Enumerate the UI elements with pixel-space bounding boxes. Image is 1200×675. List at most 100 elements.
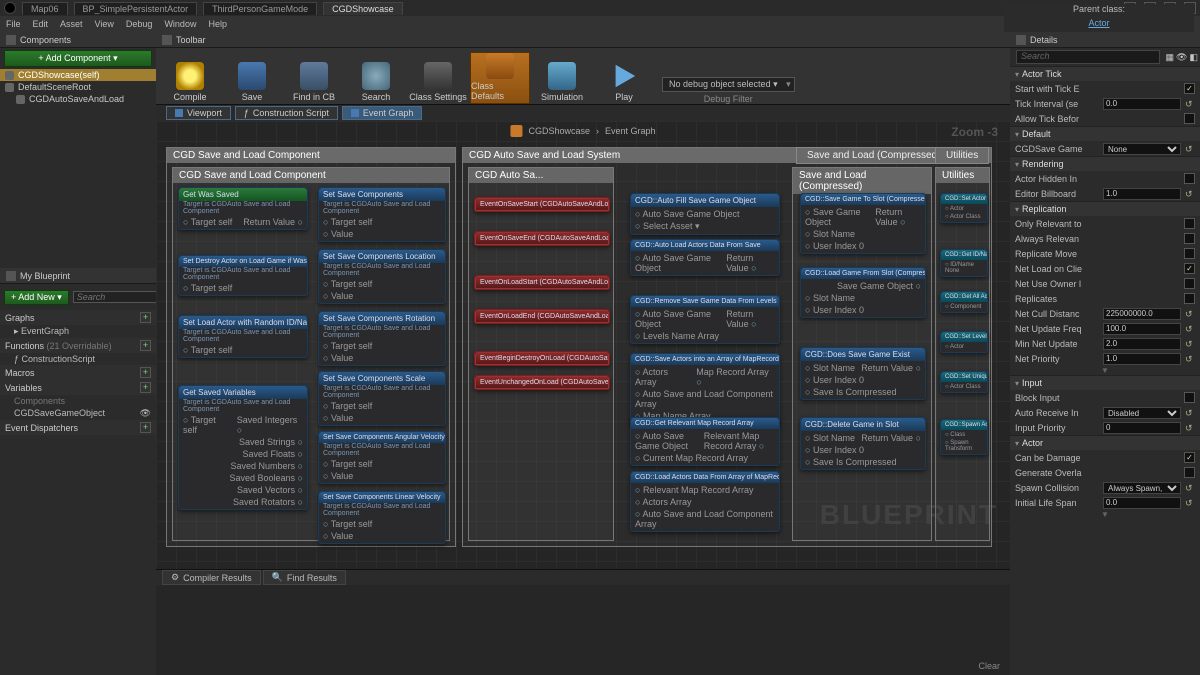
text-input[interactable] <box>1103 323 1181 335</box>
debug-object-select[interactable]: No debug object selected ▾ <box>662 77 795 92</box>
comment-tab-util[interactable]: Utilities <box>935 147 989 164</box>
reset-icon[interactable]: ↺ <box>1185 354 1195 364</box>
plus-icon[interactable]: + <box>140 367 151 378</box>
details-search[interactable]: Search <box>1016 50 1160 64</box>
toolbtn-search[interactable]: Search <box>346 52 406 104</box>
text-input[interactable] <box>1103 497 1181 509</box>
eye-icon[interactable]: 👁 <box>140 408 151 419</box>
component-self[interactable]: CGDShowcase(self) <box>0 69 156 81</box>
toolbtn-simulation[interactable]: Simulation <box>532 52 592 104</box>
node-get-was-saved[interactable]: Get Was SavedTarget is CGDAuto Save and … <box>178 187 308 230</box>
node-set-comp-ang[interactable]: Set Save Components Angular VelocityTarg… <box>318 431 446 484</box>
comment-tab-savecomp[interactable]: Save and Load (Compressed) <box>796 147 951 164</box>
add-new-button[interactable]: + Add New ▾ <box>4 290 69 305</box>
tab-eventgraph[interactable]: Event Graph <box>342 106 423 120</box>
reset-icon[interactable]: ↺ <box>1185 339 1195 349</box>
menu-file[interactable]: File <box>6 19 21 29</box>
node-set-load-actor[interactable]: Set Load Actor with Random ID/NameTarget… <box>178 315 308 358</box>
details-cat-actorTick[interactable]: Actor Tick <box>1010 66 1200 81</box>
reset-icon[interactable]: ↺ <box>1185 483 1195 493</box>
function-item[interactable]: ƒ ConstructionScript <box>0 353 156 365</box>
comment-inner-util[interactable]: Utilities <box>935 167 990 541</box>
checkbox[interactable] <box>1184 248 1195 259</box>
expand-down-icon[interactable]: ▼ <box>1010 366 1200 375</box>
clear-button[interactable]: Clear <box>156 657 1010 675</box>
menu-help[interactable]: Help <box>208 19 227 29</box>
menu-view[interactable]: View <box>95 19 114 29</box>
toolbtn-compile[interactable]: Compile <box>160 52 220 104</box>
variable-item[interactable]: CGDSaveGameObject👁 <box>0 407 156 420</box>
window-tab-0[interactable]: Map06 <box>22 2 68 15</box>
node-autofill[interactable]: CGD::Auto Fill Save Game ObjectAuto Save… <box>630 193 780 235</box>
breadcrumb-class[interactable]: CGDShowcase <box>528 126 590 136</box>
node-u2[interactable]: CGD::Get ID/NameID/Name None <box>940 249 988 277</box>
node-autoload[interactable]: CGD::Auto Load Actors Data From SaveAuto… <box>630 239 780 276</box>
parent-class-link[interactable]: Actor <box>1088 18 1109 28</box>
reset-icon[interactable]: ↺ <box>1185 309 1195 319</box>
menu-window[interactable]: Window <box>164 19 196 29</box>
node-set-comp-rot[interactable]: Set Save Components RotationTarget is CG… <box>318 311 446 366</box>
reset-icon[interactable]: ↺ <box>1185 99 1195 109</box>
text-input[interactable] <box>1103 98 1181 110</box>
node-loadarr[interactable]: CGD::Load Actors Data From Array of MapR… <box>630 471 780 532</box>
plus-icon[interactable]: + <box>140 340 151 351</box>
node-ev6[interactable]: EventUnchangedOnLoad (CGDAutoSaveAndLoad… <box>474 375 610 390</box>
window-tab-3[interactable]: CGDShowcase <box>323 2 403 15</box>
toolbtn-save[interactable]: Save <box>222 52 282 104</box>
details-cat-replication[interactable]: Replication <box>1010 201 1200 216</box>
toolbtn-play[interactable]: Play <box>594 52 654 104</box>
node-exist[interactable]: CGD::Does Save Game ExistSlot NameReturn… <box>800 347 926 400</box>
details-cat-actor[interactable]: Actor <box>1010 435 1200 450</box>
tab-find-results[interactable]: 🔍Find Results <box>263 570 346 585</box>
details-cat-default[interactable]: Default <box>1010 126 1200 141</box>
menu-asset[interactable]: Asset <box>60 19 83 29</box>
node-ev4[interactable]: EventOnLoadEnd (CGDAutoSaveAndLoad) <box>474 309 610 324</box>
menu-edit[interactable]: Edit <box>33 19 49 29</box>
node-set-comp[interactable]: Set Save ComponentsTarget is CGDAuto Sav… <box>318 187 446 242</box>
add-component-button[interactable]: + Add Component ▾ <box>4 50 152 67</box>
tab-construction[interactable]: ƒConstruction Script <box>235 106 338 120</box>
checkbox[interactable]: ✓ <box>1184 83 1195 94</box>
node-getrel[interactable]: CGD::Get Relevant Map Record ArrayAuto S… <box>630 417 780 466</box>
details-panel-title[interactable]: Details <box>1010 32 1200 48</box>
checkbox[interactable]: ✓ <box>1184 452 1195 463</box>
text-input[interactable] <box>1103 338 1181 350</box>
breadcrumb[interactable]: CGDShowcase › Event Graph <box>510 125 655 137</box>
section-macros[interactable]: Macros+ <box>0 365 156 380</box>
dropdown[interactable]: None <box>1103 143 1181 155</box>
breadcrumb-graph[interactable]: Event Graph <box>605 126 656 136</box>
component-autosave[interactable]: CGDAutoSaveAndLoad <box>0 93 156 105</box>
reset-icon[interactable]: ↺ <box>1185 189 1195 199</box>
myblueprint-panel-title[interactable]: My Blueprint <box>0 268 156 284</box>
details-cat-rendering[interactable]: Rendering <box>1010 156 1200 171</box>
tab-compiler-results[interactable]: ⚙Compiler Results <box>162 570 261 585</box>
node-delete[interactable]: CGD::Delete Game in SlotSlot NameReturn … <box>800 417 926 470</box>
node-u4[interactable]: CGD::Set Level OActor <box>940 331 988 353</box>
section-variables[interactable]: Variables+ <box>0 380 156 395</box>
reset-icon[interactable]: ↺ <box>1185 423 1195 433</box>
node-loadslot[interactable]: CGD::Load Game From Slot (Compressed)Sav… <box>800 267 926 318</box>
component-sceneroot[interactable]: DefaultSceneRoot <box>0 81 156 93</box>
text-input[interactable] <box>1103 188 1181 200</box>
reset-icon[interactable]: ↺ <box>1185 324 1195 334</box>
eye-icon[interactable]: 👁 <box>1176 52 1187 63</box>
variables-sub[interactable]: Components <box>0 395 156 407</box>
node-set-comp-loc[interactable]: Set Save Components LocationTarget is CG… <box>318 249 446 304</box>
node-set-comp-lin[interactable]: Set Save Components Linear VelocityTarge… <box>318 491 446 544</box>
toolbtn-classdefaults[interactable]: Class Defaults <box>470 52 530 104</box>
plus-icon[interactable]: + <box>140 382 151 393</box>
reset-icon[interactable]: ↺ <box>1185 144 1195 154</box>
reset-icon[interactable]: ↺ <box>1185 408 1195 418</box>
text-input[interactable] <box>1103 308 1181 320</box>
node-ev2[interactable]: EventOnSaveEnd (CGDAutoSaveAndLoad) <box>474 231 610 246</box>
layout-icon[interactable]: ◧ <box>1189 52 1198 63</box>
graph-canvas[interactable]: CGDShowcase › Event Graph Zoom -3 BLUEPR… <box>156 121 1010 569</box>
node-remove[interactable]: CGD::Remove Save Game Data From LevelsAu… <box>630 295 780 344</box>
toolbtn-classsettings[interactable]: Class Settings <box>408 52 468 104</box>
dropdown[interactable]: Always Spawn, Ignore Collis <box>1103 482 1181 494</box>
tab-viewport[interactable]: Viewport <box>166 106 231 120</box>
window-tab-1[interactable]: BP_SimplePersistentActor <box>74 2 198 15</box>
menu-debug[interactable]: Debug <box>126 19 153 29</box>
checkbox[interactable] <box>1184 113 1195 124</box>
checkbox[interactable] <box>1184 293 1195 304</box>
